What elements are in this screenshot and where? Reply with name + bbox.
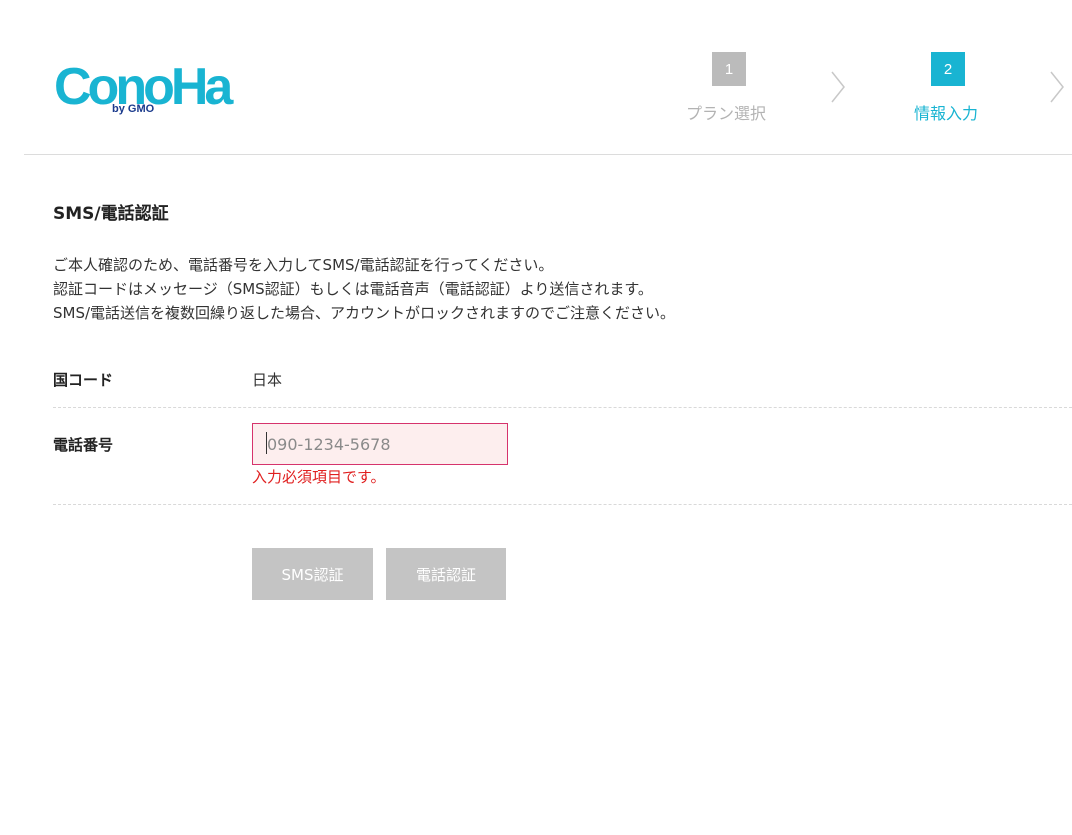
step-1-label: プラン選択: [686, 104, 767, 123]
conoha-logo[interactable]: ConoHa by GMO: [54, 56, 234, 116]
chevron-right-icon: [831, 71, 845, 103]
step-2-number: 2: [931, 52, 965, 86]
text-caret: [266, 432, 267, 454]
description: ご本人確認のため、電話番号を入力してSMS/電話認証を行ってください。 認証コー…: [53, 253, 675, 325]
row-divider: [53, 407, 1072, 408]
phone-number-input[interactable]: [252, 423, 508, 465]
header-divider: [24, 154, 1072, 155]
row-divider: [53, 504, 1072, 505]
step-1-number: 1: [712, 52, 746, 86]
chevron-right-icon: [1050, 71, 1064, 103]
step-2-label: 情報入力: [914, 104, 979, 123]
sms-auth-button[interactable]: SMS認証: [252, 548, 373, 600]
description-line: ご本人確認のため、電話番号を入力してSMS/電話認証を行ってください。: [53, 256, 554, 274]
country-code-label: 国コード: [53, 371, 114, 389]
country-code-value: 日本: [252, 371, 283, 389]
phone-error-message: 入力必須項目です。: [252, 468, 386, 486]
description-line: SMS/電話送信を複数回繰り返した場合、アカウントがロックされますのでご注意くだ…: [53, 304, 676, 322]
logo-sub: by GMO: [112, 103, 155, 115]
page-header: ConoHa by GMO 1 プラン選択 2 情報入力: [0, 0, 1072, 155]
description-line: 認証コードはメッセージ（SMS認証）もしくは電話音声（電話認証）より送信されます…: [53, 280, 653, 298]
section-title: SMS/電話認証: [53, 204, 169, 224]
phone-number-label: 電話番号: [53, 436, 114, 454]
voice-auth-button[interactable]: 電話認証: [386, 548, 506, 600]
